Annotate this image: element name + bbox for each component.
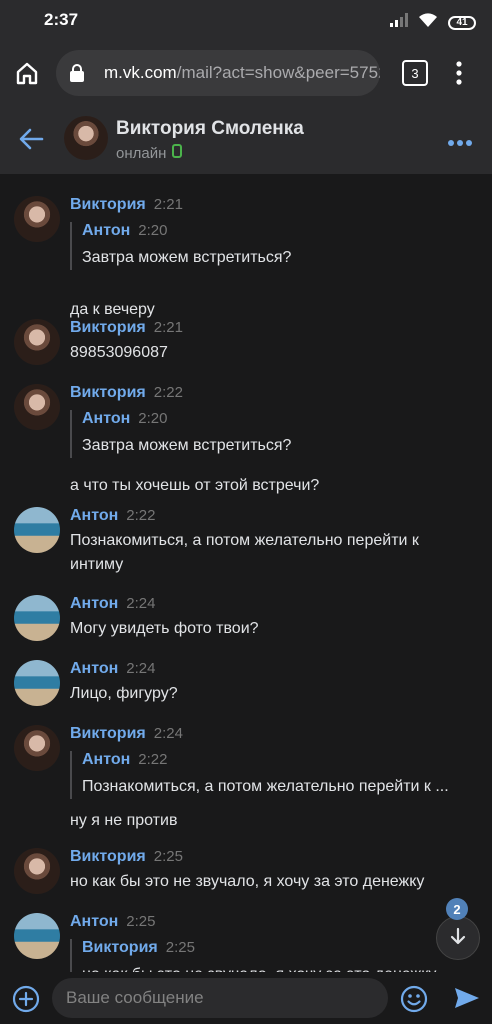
author-name: Антон [70,660,119,677]
more-icon[interactable] [448,134,472,152]
unread-badge: 2 [446,898,468,920]
url-path: /mail?act=show&peer=5752 [176,63,380,82]
message-author[interactable]: Антон 2:22 [70,507,155,525]
message-author[interactable]: Антон 2:24 [70,660,155,678]
avatar[interactable] [64,116,108,160]
message-author[interactable]: Виктория 2:22 [70,384,183,402]
menu-icon[interactable] [452,60,466,91]
message-author[interactable]: Виктория 2:21 [70,319,183,337]
url-host: m.vk.com [104,63,177,82]
author-name: Антон [70,913,119,930]
forwarded-author: Виктория 2:25 [82,939,470,963]
forwarded-message[interactable]: Виктория 2:25 но как бы это не звучало, я… [70,939,470,972]
message-text: Познакомиться, а потом желательно перейт… [70,532,419,573]
online-phone-icon [172,144,183,162]
arrow-down-icon [450,927,466,950]
avatar[interactable] [14,384,60,430]
message-text: 89853096087 [70,344,168,361]
forwarded-author: Антон 2:22 [82,751,470,775]
message-author[interactable]: Виктория 2:24 [70,725,183,743]
message-author[interactable]: Антон 2:24 [70,595,155,613]
forwarded-author: Антон 2:20 [82,222,470,246]
forwarded-text: Завтра можем встретиться? [82,249,292,266]
avatar[interactable] [14,196,60,242]
forwarded-author-name: Антон [82,751,131,768]
message-composer [0,972,492,1024]
lock-icon [68,63,86,88]
back-arrow-icon[interactable] [18,128,44,155]
contact-status: онлайн [116,144,183,162]
message-time: 2:24 [126,660,156,677]
avatar[interactable] [14,913,60,959]
forwarded-message[interactable]: Антон 2:20 Завтра можем встретиться? [70,410,470,458]
author-name: Виктория [70,725,146,742]
forwarded-author: Антон 2:20 [82,410,470,434]
forwarded-message[interactable]: Антон 2:20 Завтра можем встретиться? [70,222,470,270]
wifi-icon [418,12,438,33]
message-time: 2:25 [153,848,183,865]
message-text: Могу увидеть фото твои? [70,620,259,637]
avatar[interactable] [14,725,60,771]
message-author[interactable]: Виктория 2:25 [70,848,183,866]
signal-icon [390,13,408,32]
message-time: 2:24 [126,595,156,612]
author-name: Антон [70,507,119,524]
add-icon[interactable] [12,985,40,1018]
status-bar: 2:37 41 [0,0,492,42]
message-time: 2:21 [153,196,183,213]
avatar[interactable] [14,595,60,641]
forwarded-text: но как бы это не звучало, я хочу за это … [82,963,470,972]
author-name: Виктория [70,196,146,213]
contact-name[interactable]: Виктория Смоленка [116,118,304,140]
chat-header: Виктория Смоленка онлайн [0,106,492,174]
message-text: Лицо, фигуру? [70,685,178,702]
status-time: 2:37 [44,10,79,29]
tabs-icon[interactable]: 3 [402,60,428,86]
author-name: Виктория [70,319,146,336]
message-time: 2:22 [153,384,183,401]
forwarded-author-name: Антон [82,410,131,427]
author-name: Антон [70,595,119,612]
forwarded-time: 2:20 [138,222,168,239]
emoji-icon[interactable] [400,985,428,1018]
status-icons: 41 [390,12,476,33]
url-text: m.vk.com/mail?act=show&peer=5752 [104,63,380,83]
battery-icon: 41 [448,15,476,30]
send-icon[interactable] [454,986,480,1015]
message-author[interactable]: Антон 2:25 [70,913,155,931]
forwarded-time: 2:20 [138,410,168,427]
message-text: но как бы это не звучало, я хочу за это … [70,873,425,890]
message-time: 2:22 [126,507,156,524]
forwarded-message[interactable]: Антон 2:22 Познакомиться, а потом желател… [70,751,470,799]
message-time: 2:21 [153,319,183,336]
home-icon[interactable] [14,60,40,91]
forwarded-text: Познакомиться, а потом желательно перейт… [82,778,449,795]
forwarded-time: 2:22 [138,751,168,768]
message-time: 2:24 [153,725,183,742]
message-author[interactable]: Виктория 2:21 [70,196,183,214]
forwarded-time: 2:25 [165,939,195,956]
author-name: Виктория [70,848,146,865]
avatar[interactable] [14,848,60,894]
scroll-down-button[interactable] [436,916,480,960]
forwarded-author-name: Виктория [82,939,158,956]
author-name: Виктория [70,384,146,401]
forwarded-text: Завтра можем встретиться? [82,437,292,454]
avatar[interactable] [14,660,60,706]
message-time: 2:25 [126,913,156,930]
address-bar[interactable]: m.vk.com/mail?act=show&peer=5752 [56,50,380,96]
avatar[interactable] [14,507,60,553]
message-list[interactable]: Виктория 2:21 Антон 2:20 Завтра можем встр… [0,174,492,972]
message-text: ну я не против [70,812,178,829]
forwarded-author-name: Антон [82,222,131,239]
status-text: онлайн [116,144,167,162]
message-text: а что ты хочешь от этой встречи? [70,477,320,494]
message-input[interactable] [52,978,388,1018]
browser-toolbar: m.vk.com/mail?act=show&peer=5752 3 [0,42,492,106]
avatar[interactable] [14,319,60,365]
